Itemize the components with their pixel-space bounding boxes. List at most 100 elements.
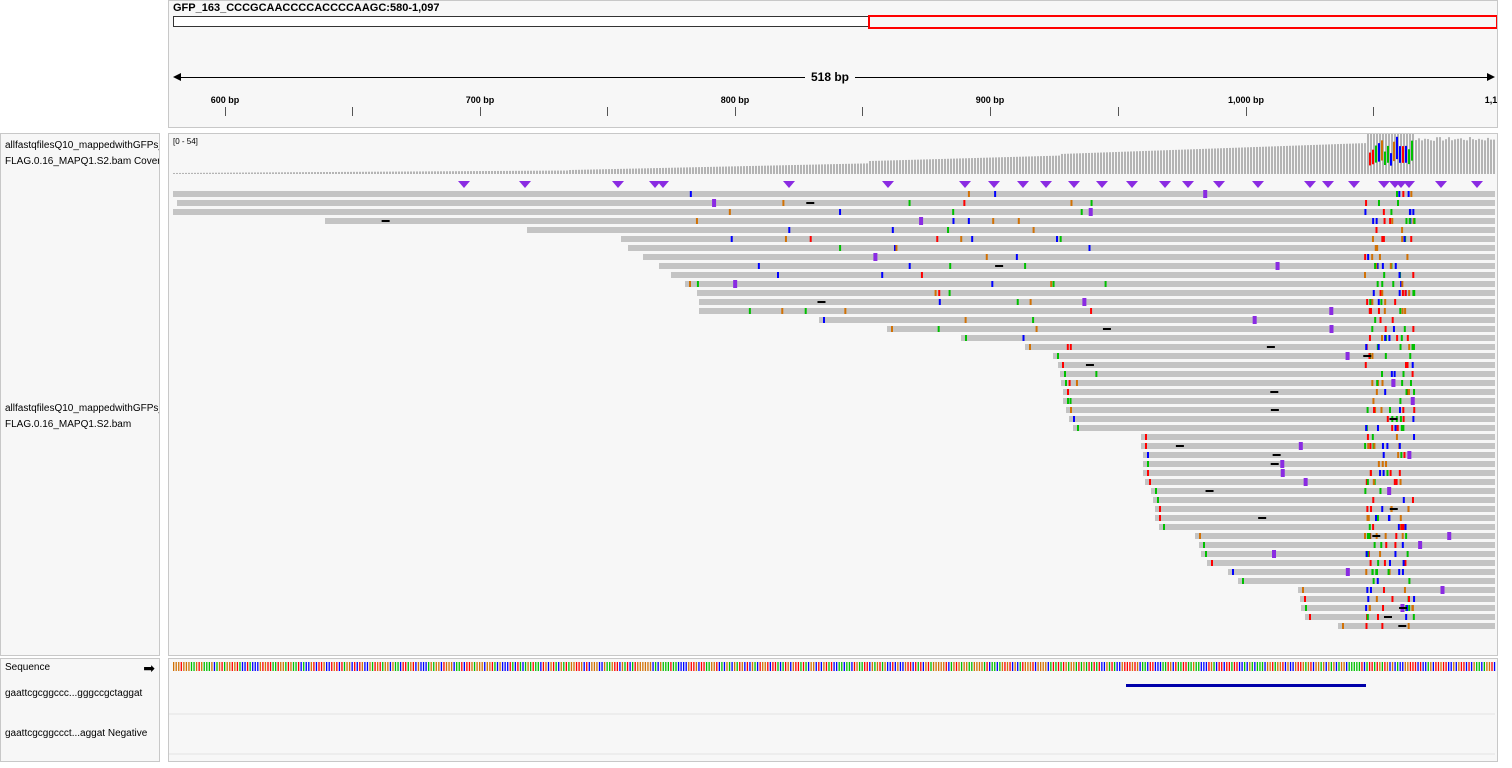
sequence-base [570,662,573,671]
alignment-data-panel[interactable]: [0 - 54] [168,133,1498,656]
base-mismatch [696,281,699,287]
base-mismatch [938,290,941,296]
insertion-marker-icon [988,181,1000,188]
base-mismatch [1211,560,1213,566]
aligned-read [1155,506,1495,512]
sequence-track-name[interactable]: Sequence [5,661,50,675]
coverage-bar [1004,157,1006,174]
base-mismatch [1365,344,1368,350]
sequence-base [1486,662,1488,671]
base-mismatch [1394,299,1397,305]
sequence-base [1384,662,1386,671]
base-mismatch [1372,578,1375,584]
sequence-base [1305,662,1307,671]
deletion-mark [1270,409,1279,411]
coverage-bar [791,165,793,174]
base-mismatch [1390,209,1393,215]
sequence-base [899,662,902,671]
sequence-base [751,662,754,671]
sequence-base [1442,662,1445,671]
coverage-bar [950,158,952,174]
coverage-bar [773,165,775,174]
coverage-bar [944,158,946,174]
alignment-track-name[interactable]: allfastqfilesQ10_mappedwithGFPs_ FLAG.0.… [5,402,159,432]
coverage-bar [764,165,766,174]
coverage-bar [650,168,652,174]
coverage-bar [230,172,232,174]
sequence-base [680,662,682,671]
sequence-base [1338,662,1340,671]
sequence-base [1302,662,1304,671]
coverage-bar [1073,153,1075,174]
coverage-mismatch-bar [1387,145,1389,163]
base-mismatch [1056,236,1059,242]
sequence-base [575,662,578,671]
coverage-bar [1250,147,1252,174]
base-mismatch [1376,578,1379,584]
sequence-and-feature-view[interactable] [169,659,1497,761]
feature-track-name[interactable]: gaattcgcggccc...gggccgctaggat [5,687,142,701]
sequence-base [698,662,700,671]
arrow-right-icon[interactable]: ➡ [143,661,155,675]
sequence-base [823,662,825,671]
sequence-base [1198,662,1200,671]
base-mismatch [1408,389,1411,395]
base-mismatch [1396,335,1399,341]
base-mismatch [1371,353,1374,359]
coverage-bar [893,160,895,174]
base-mismatch [1377,308,1380,314]
aligned-read [659,263,1495,269]
sequence-base [221,662,223,671]
coverage-bar [1265,146,1267,174]
sequence-base [1057,662,1060,671]
sequence-base [1167,662,1169,671]
coverage-bar [1016,156,1018,174]
coverage-bar [212,172,214,174]
sequence-base [1154,662,1157,671]
coverage-bar [848,163,850,174]
sequence-base [700,662,703,671]
coverage-track-name[interactable]: allfastqfilesQ10_mappedwithGFPs_ FLAG.0.… [5,139,159,169]
tick-mark [1118,107,1119,116]
feature-data-panel[interactable] [168,658,1498,762]
coverage-bar [974,158,976,174]
sequence-base [1205,662,1208,671]
sequence-base [563,662,565,671]
aligned-read [1025,344,1495,350]
chromosome-overview[interactable] [173,16,869,27]
coverage-bar [1214,148,1216,174]
viewport-indicator[interactable] [868,15,1497,29]
base-mismatch [1413,407,1416,413]
sequence-base [1142,662,1144,671]
alignment-view[interactable] [169,134,1497,655]
base-mismatch [1145,434,1147,440]
coverage-bar [1190,149,1192,174]
base-mismatch [1407,191,1410,197]
sequence-base [1455,662,1457,671]
sequence-base [1170,662,1172,671]
feature-track-name[interactable]: gaattcgcggccct...aggat Negative [5,727,147,741]
sequence-base [387,662,389,671]
base-mismatch [1386,416,1389,422]
coverage-bar [1067,153,1069,174]
coverage-bar [1088,152,1090,174]
sequence-base [359,662,361,671]
coverage-bar [665,167,667,174]
sequence-base [377,662,379,671]
base-mismatch [1413,290,1416,296]
sequence-base [292,662,295,671]
coverage-bar [593,169,595,174]
coverage-bar [677,167,679,174]
sequence-base [1422,662,1424,671]
coverage-bar [737,166,739,174]
base-mismatch [689,281,691,287]
insertion-marker-icon [1471,181,1483,188]
coverage-bar [218,172,220,174]
base-mismatch [1157,497,1159,503]
coverage-bar [1187,149,1189,174]
sequence-base [1274,662,1276,671]
insertion-mark [1082,298,1087,306]
coverage-bar [797,164,799,174]
coverage-bar [1460,138,1462,174]
coverage-bar [1361,143,1363,174]
